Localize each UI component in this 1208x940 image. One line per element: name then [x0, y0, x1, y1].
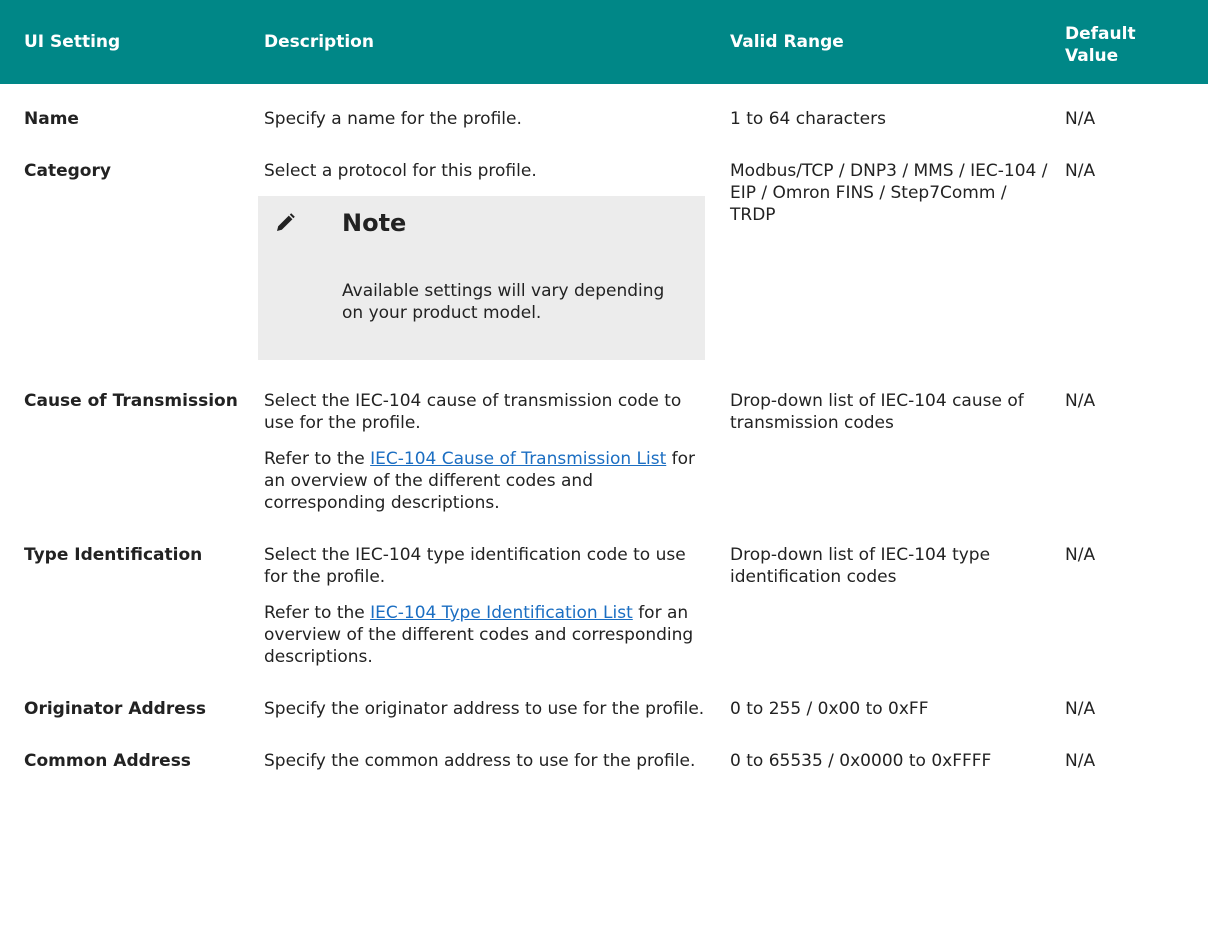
- setting-name: Type Identification: [24, 545, 203, 565]
- description-cell: Select the IEC-104 type identification c…: [264, 514, 730, 668]
- valid-range-cell: Drop-down list of IEC-104 cause of trans…: [730, 391, 1024, 433]
- header-ui-setting: UI Setting: [0, 0, 264, 84]
- default-value-cell: N/A: [1065, 109, 1096, 129]
- header-default-value: Default Value: [1065, 0, 1208, 84]
- default-value-cell: N/A: [1065, 161, 1096, 181]
- type-identification-list-link[interactable]: IEC-104 Type Identification List: [370, 603, 633, 623]
- note-text: Available settings will vary depending o…: [342, 281, 665, 323]
- reference-text: Refer to the IEC-104 Type Identification…: [264, 602, 714, 668]
- setting-name: Cause of Transmission: [24, 391, 238, 411]
- description-text: Select the IEC-104 type identification c…: [264, 545, 686, 587]
- note-box: Note Available settings will vary depend…: [258, 196, 705, 360]
- table-row: Cause of Transmission Select the IEC-104…: [0, 360, 1208, 514]
- default-value-cell: N/A: [1065, 391, 1096, 411]
- note-title: Note: [342, 209, 407, 237]
- header-default-line2: Value: [1065, 46, 1119, 66]
- table-row: Category Select a protocol for this prof…: [0, 130, 1208, 360]
- valid-range-cell: Modbus/TCP / DNP3 / MMS / IEC-104 / EIP …: [730, 161, 1048, 225]
- setting-name: Name: [24, 109, 79, 129]
- settings-table: UI Setting Description Valid Range Defau…: [0, 0, 1208, 772]
- header-valid-range: Valid Range: [730, 0, 1065, 84]
- table-row: Type Identification Select the IEC-104 t…: [0, 514, 1208, 668]
- table-header-row: UI Setting Description Valid Range Defau…: [0, 0, 1208, 84]
- description-cell: Specify a name for the profile.: [264, 109, 522, 129]
- setting-name: Common Address: [24, 751, 191, 771]
- valid-range-cell: 1 to 64 characters: [730, 109, 886, 129]
- pencil-icon: [274, 208, 304, 238]
- valid-range-cell: 0 to 65535 / 0x0000 to 0xFFFF: [730, 751, 992, 771]
- description-text: Select a protocol for this profile.: [264, 161, 537, 181]
- header-description: Description: [264, 0, 730, 84]
- description-cell: Select the IEC-104 cause of transmission…: [264, 360, 730, 514]
- valid-range-cell: Drop-down list of IEC-104 type identific…: [730, 545, 991, 587]
- note-header: Note: [274, 202, 685, 244]
- reference-prefix: Refer to the: [264, 603, 365, 623]
- setting-name: Category: [24, 161, 111, 181]
- description-cell: Specify the originator address to use fo…: [264, 699, 705, 719]
- cause-of-transmission-list-link[interactable]: IEC-104 Cause of Transmission List: [370, 449, 666, 469]
- default-value-cell: N/A: [1065, 545, 1096, 565]
- table-row: Name Specify a name for the profile. 1 t…: [0, 84, 1208, 130]
- default-value-cell: N/A: [1065, 699, 1096, 719]
- valid-range-cell: 0 to 255 / 0x00 to 0xFF: [730, 699, 929, 719]
- reference-prefix: Refer to the: [264, 449, 365, 469]
- header-default-line1: Default: [1065, 24, 1136, 44]
- description-cell: Select a protocol for this profile. Note…: [258, 130, 730, 360]
- table-row: Common Address Specify the common addres…: [0, 720, 1208, 772]
- table-row: Originator Address Specify the originato…: [0, 668, 1208, 720]
- reference-text: Refer to the IEC-104 Cause of Transmissi…: [264, 448, 714, 514]
- default-value-cell: N/A: [1065, 751, 1096, 771]
- description-text: Select the IEC-104 cause of transmission…: [264, 391, 682, 433]
- setting-name: Originator Address: [24, 699, 206, 719]
- description-cell: Specify the common address to use for th…: [264, 751, 696, 771]
